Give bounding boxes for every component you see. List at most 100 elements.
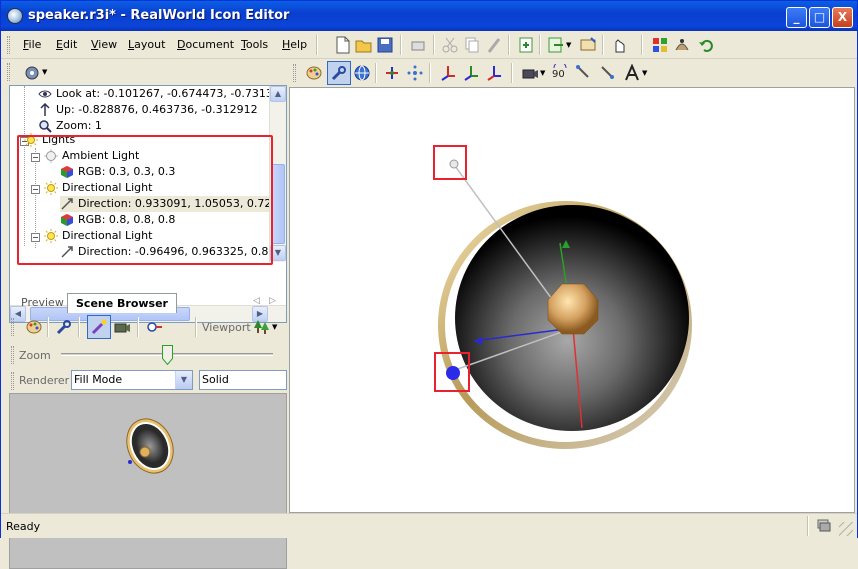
light-direction-alt-icon[interactable] [599,64,617,82]
menu-bar: File Edit View Layout Document Tools Hel… [1,31,857,59]
hand-tool-icon[interactable] [610,36,628,54]
light-direction-icon[interactable] [575,64,593,82]
toolbar-separator [433,35,435,55]
import-icon[interactable] [517,36,535,54]
toolbar-separator [602,35,604,55]
tree-row-label: Zoom: 1 [56,119,102,132]
paste-icon[interactable] [485,36,503,54]
renderer-style-field[interactable]: Solid [199,370,287,390]
minimize-button[interactable]: _ [786,7,807,28]
eye-icon [38,90,52,98]
viewport-trees-icon[interactable] [253,318,271,336]
menu-layout-rest: ayout [134,38,166,51]
menu-edit[interactable]: Edit [56,38,77,51]
3d-viewport-canvas[interactable] [289,87,855,513]
toolbar-separator [641,35,643,55]
toolbar-separator [400,35,402,55]
rotate-z-icon[interactable] [485,64,503,82]
print-icon[interactable] [409,36,427,54]
lights-highlight-box [17,135,273,265]
viewport-label[interactable]: Viewport [202,321,251,334]
toolbar-grip[interactable] [11,372,14,390]
menu-document-rest: ocument [185,38,235,51]
menu-view[interactable]: View [91,38,117,51]
palette-icon[interactable] [25,318,43,336]
open-folder-icon[interactable] [355,36,373,54]
color-grid-icon[interactable] [651,36,669,54]
toolbar-grip[interactable] [7,36,10,54]
resize-grip[interactable] [839,522,853,536]
speaker-3d-scene[interactable] [290,88,856,514]
camera-icon[interactable] [113,318,131,336]
toolbar-grip[interactable] [7,63,10,81]
toolbar-separator [429,63,431,83]
toolbar-separator [539,35,541,55]
toolbar-grip[interactable] [11,346,14,364]
vertical-scroll-thumb[interactable] [271,164,285,244]
batch-icon[interactable] [579,36,597,54]
remove-light-icon[interactable] [145,318,163,336]
renderer-mode-select[interactable]: Fill Mode ▼ [71,370,193,390]
menu-tools[interactable]: Tools [241,38,268,51]
status-bar: Ready [1,513,857,538]
toolbar-separator [78,317,80,337]
tab-scene-browser[interactable]: Scene Browser [67,293,177,313]
tree-row-look-at[interactable]: Look at: -0.101267, -0.674473, -0.731322 [38,86,286,102]
cut-icon[interactable] [441,36,459,54]
light-1-handle[interactable] [449,159,459,169]
menu-help[interactable]: Help [282,38,307,51]
effects-icon[interactable] [673,36,691,54]
scroll-up-button[interactable]: ▲ [270,86,286,102]
zoom-slider-thumb[interactable] [161,345,173,365]
menu-file[interactable]: File [23,38,41,51]
export-dropdown-arrow[interactable]: ▼ [566,41,571,49]
toolbar-grip[interactable] [11,318,14,336]
close-button[interactable]: X [832,7,853,28]
undo-icon[interactable] [697,36,715,54]
toolbar-grip[interactable] [293,64,296,82]
text-style-icon[interactable] [623,64,641,82]
camera-view-icon[interactable] [521,64,539,82]
menu-layout[interactable]: Layout [128,38,165,51]
speaker-dust-cap [547,283,599,335]
rotate-y-icon[interactable] [462,64,480,82]
menu-file-rest: ile [28,38,42,51]
viewport-dropdown-arrow[interactable]: ▼ [272,323,277,331]
layers-status-icon[interactable] [815,517,833,535]
globe-icon[interactable] [353,64,371,82]
app-icon[interactable] [7,8,23,24]
light-2-handle[interactable] [446,366,460,380]
text-style-dropdown-arrow[interactable]: ▼ [642,69,647,77]
rotate-90-icon[interactable]: 90 [551,64,569,82]
axis-move-icon[interactable] [383,64,401,82]
chevron-down-icon[interactable]: ▼ [175,371,192,389]
export-icon[interactable] [547,36,565,54]
camera-view-dropdown-arrow[interactable]: ▼ [540,69,545,77]
tree-row-up[interactable]: Up: -0.828876, 0.463736, -0.312912 [38,102,258,118]
scene-preview[interactable] [9,393,287,569]
light-wand-icon[interactable] [90,318,108,336]
title-bar[interactable]: speaker.r3i* - RealWorld Icon Editor _ □… [1,1,857,31]
new-document-icon[interactable] [334,36,352,54]
transform-wrench-icon[interactable] [330,64,348,82]
axis-network-icon[interactable] [406,64,424,82]
renderer-mode-value: Fill Mode [74,373,123,386]
menu-edit-rest: dit [62,38,78,51]
material-palette-icon[interactable] [305,64,323,82]
copy-icon[interactable] [463,36,481,54]
wrench-icon[interactable] [55,318,73,336]
tab-preview[interactable]: Preview [13,293,72,313]
menu-document[interactable]: Document [177,38,234,51]
svg-text:90: 90 [552,69,565,80]
speaker-thumbnail [126,418,174,474]
maximize-button[interactable]: □ [809,7,830,28]
camera-dropdown-arrow[interactable]: ▼ [42,68,47,76]
toolbar-separator [511,63,513,83]
zoom-row: Zoom [9,341,289,369]
toolbar-separator [375,63,377,83]
rotate-x-icon[interactable] [439,64,457,82]
tab-scroll-right-icon[interactable]: ▷ [269,296,276,306]
tab-scroll-left-icon[interactable]: ◁ [253,296,260,306]
save-icon[interactable] [376,36,394,54]
camera-settings-icon[interactable] [23,63,41,81]
